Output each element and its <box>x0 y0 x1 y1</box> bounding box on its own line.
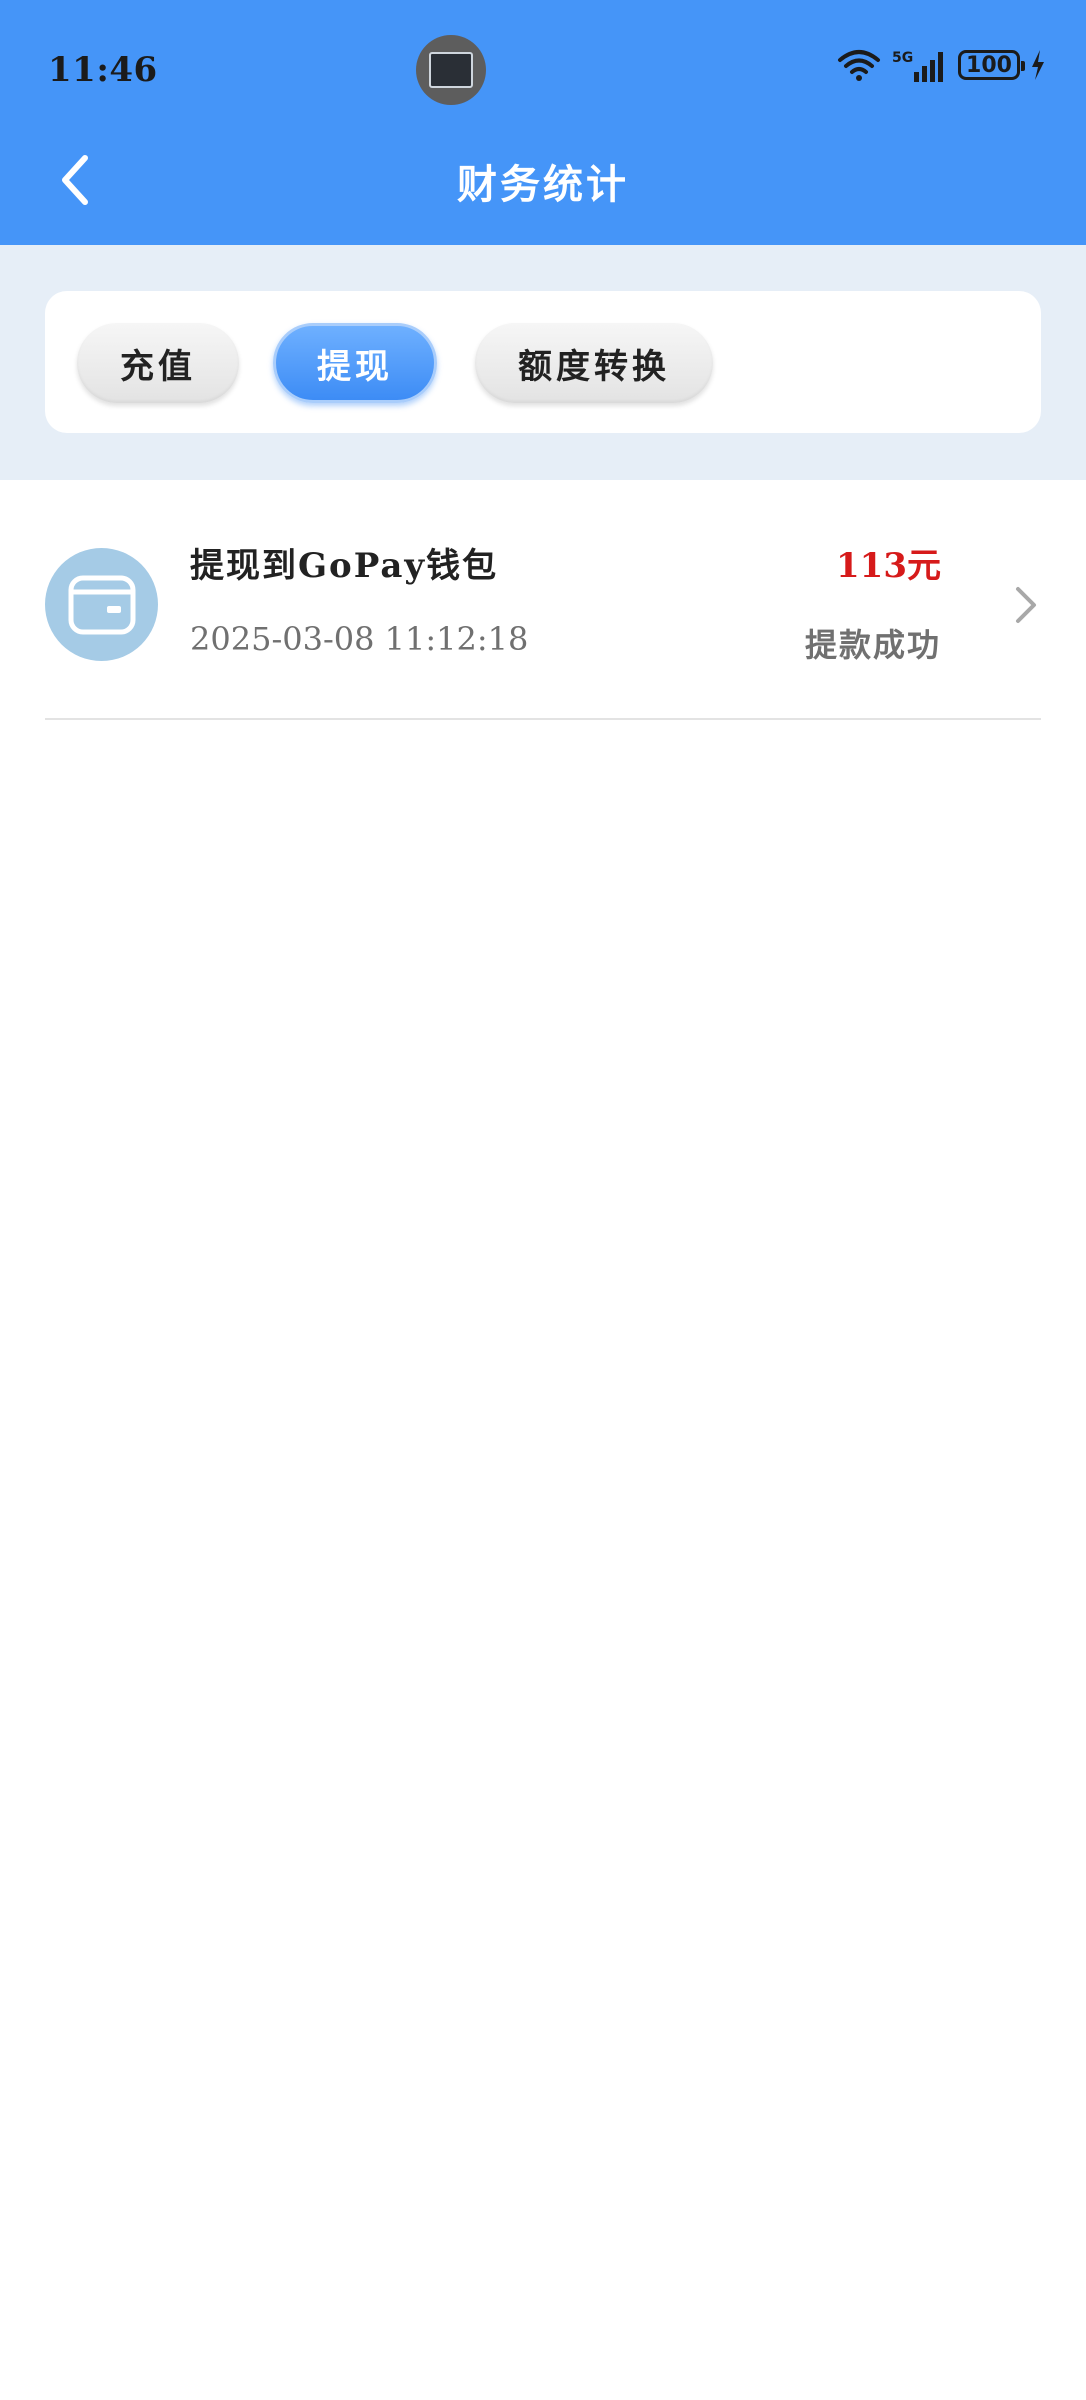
tab-section: 充值 提现 额度转换 <box>0 245 1086 480</box>
status-icons: 5G 100 <box>836 48 1046 82</box>
network-label: 5G <box>892 50 913 66</box>
chevron-right-icon <box>1011 580 1041 630</box>
wifi-icon <box>838 50 880 81</box>
tab-bar: 充值 提现 额度转换 <box>45 291 1041 433</box>
app-notification-icon <box>416 35 486 105</box>
wallet-icon <box>45 548 158 661</box>
tab-recharge[interactable]: 充值 <box>77 323 239 403</box>
battery-icon: 100 <box>958 50 1025 80</box>
record-title: 提现到GoPay钱包 <box>190 546 499 586</box>
status-time: 11:46 <box>48 50 158 90</box>
signal-5g-icon: 5G <box>892 50 943 82</box>
tab-quota-conversion[interactable]: 额度转换 <box>475 323 713 403</box>
record-timestamp: 2025-03-08 11:12:18 <box>190 620 529 658</box>
page-title: 财务统计 <box>457 161 629 208</box>
record-status: 提款成功 <box>804 626 941 664</box>
record-amount: 113元 <box>836 546 941 586</box>
tab-withdraw[interactable]: 提现 <box>273 323 437 403</box>
battery-level: 100 <box>966 52 1012 78</box>
app-header: 11:46 5G 100 财务统计 <box>0 0 1086 245</box>
charging-icon <box>1032 50 1044 80</box>
list-item[interactable]: 提现到GoPay钱包 2025-03-08 11:12:18 113元 提款成功 <box>45 500 1041 720</box>
